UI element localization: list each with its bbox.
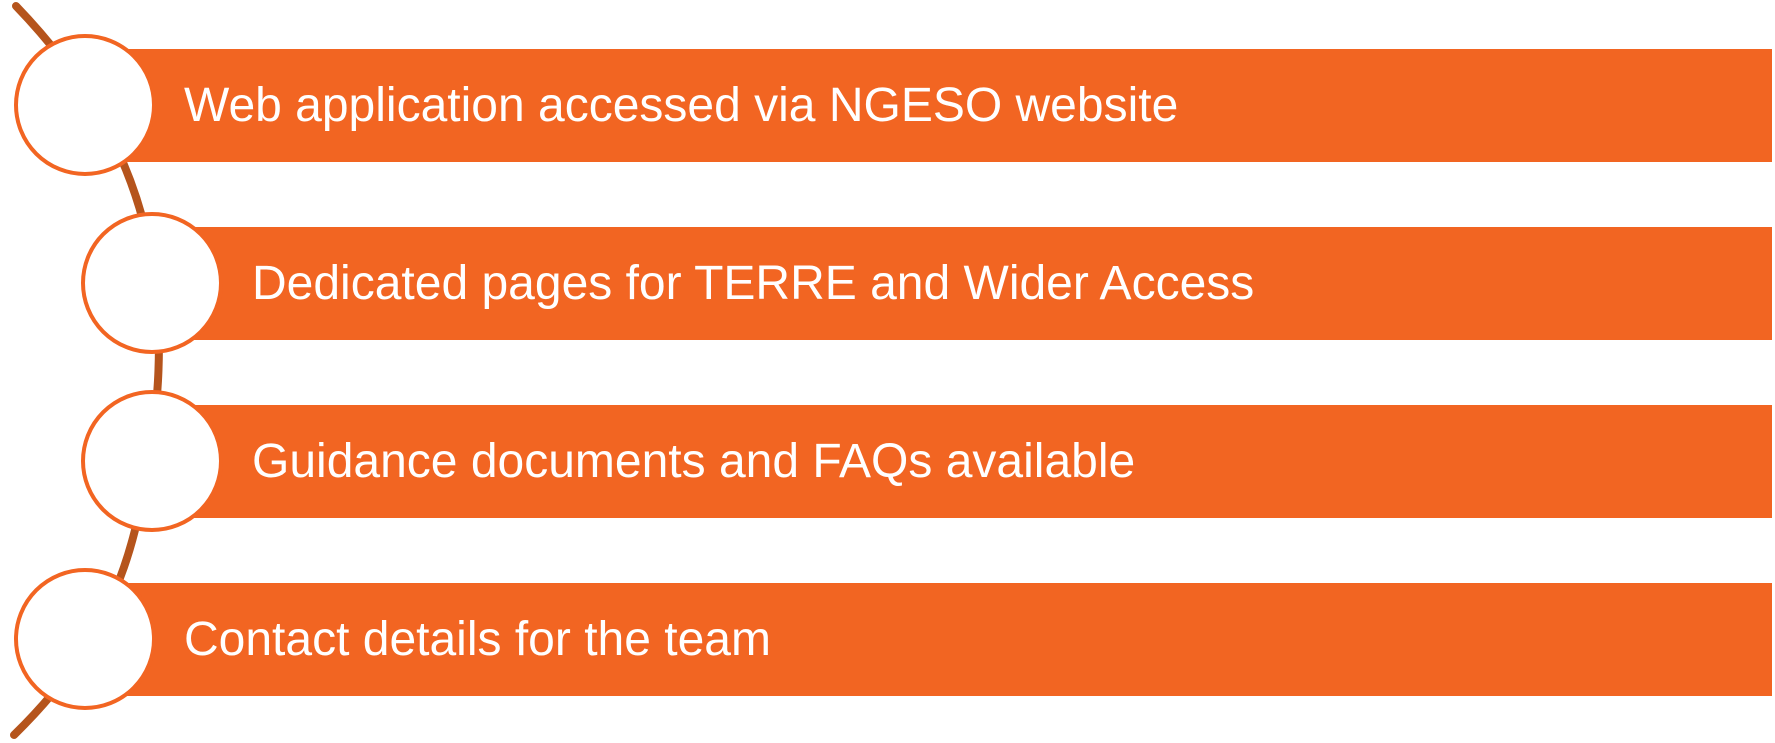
list-item-label-1: Web application accessed via NGESO websi… — [184, 79, 1179, 132]
list-item-circle-1 — [14, 34, 156, 176]
list-item-circle-4 — [14, 568, 156, 710]
list-item-label-2: Dedicated pages for TERRE and Wider Acce… — [252, 257, 1255, 310]
list-item-circle-2 — [81, 212, 223, 354]
vertical-circle-list-diagram: Web application accessed via NGESO websi… — [0, 0, 1775, 743]
list-item-label-4: Contact details for the team — [184, 613, 771, 666]
list-item-label-3: Guidance documents and FAQs available — [252, 435, 1136, 488]
list-item-circle-3 — [81, 390, 223, 532]
